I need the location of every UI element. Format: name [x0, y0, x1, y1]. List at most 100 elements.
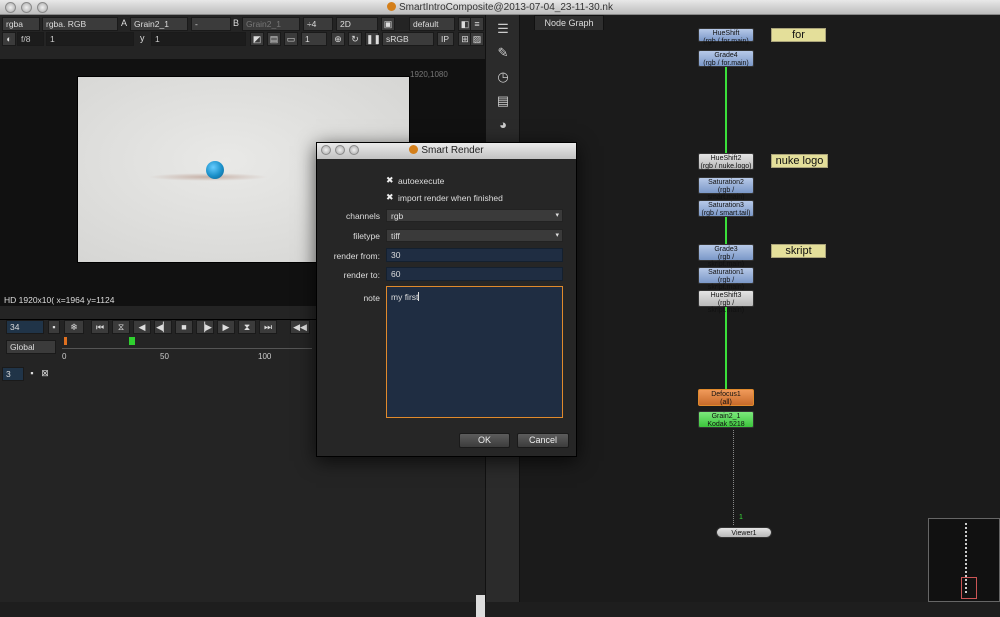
in-point-marker[interactable] — [64, 337, 67, 345]
channels-select[interactable]: rgb ▾ — [386, 209, 563, 222]
prev-keyframe-icon[interactable]: ⧖ — [112, 320, 130, 334]
time-icon[interactable]: ◷ — [494, 69, 512, 85]
next-keyframe-icon[interactable]: ⧗ — [238, 320, 256, 334]
lock-frame-icon[interactable]: ▪ — [48, 320, 60, 334]
zoom-window-button[interactable] — [37, 2, 48, 13]
range-mode-dropdown[interactable]: Global — [6, 340, 56, 354]
gamma-value-field[interactable]: 1 — [151, 32, 246, 46]
import-render-checkbox[interactable]: ✖ — [386, 192, 394, 203]
dialog-zoom-button[interactable] — [349, 145, 359, 155]
wire — [725, 217, 727, 245]
node-hueshift2[interactable]: HueShift2 (rgb / nuke.logo) — [698, 153, 754, 170]
playhead-marker[interactable] — [129, 337, 135, 345]
note-textarea[interactable]: my first — [386, 286, 563, 418]
close-window-button[interactable] — [5, 2, 16, 13]
node-label: HueShift2 — [710, 155, 742, 162]
cancel-button[interactable]: Cancel — [517, 433, 569, 448]
proxy-icon[interactable]: ▭ — [284, 32, 298, 46]
paint-icon[interactable]: ✎ — [494, 45, 512, 61]
settings-icon[interactable]: ≡ — [470, 17, 484, 31]
view-mode-dropdown[interactable]: 2D — [336, 17, 378, 31]
node-defocus1[interactable]: Defocus1 (all) — [698, 389, 754, 406]
step-field[interactable]: 3 — [2, 367, 24, 381]
dialog-title-bar[interactable]: Smart Render — [317, 143, 576, 159]
node-graph-minimap[interactable] — [928, 518, 1000, 602]
refresh-icon[interactable]: ↻ — [348, 32, 362, 46]
color-icon[interactable]: ◕ — [494, 117, 512, 133]
zebra-icon[interactable]: ▤ — [267, 32, 281, 46]
node-grade4[interactable]: Grade4 (rgb / for.main) — [698, 50, 754, 67]
sticky-note-nuke-logo[interactable]: nuke logo — [771, 154, 828, 168]
stripes-icon[interactable]: ▨ — [470, 32, 484, 46]
node-sublabel: (rgb / nuke.logo) — [700, 162, 752, 170]
channels-dropdown[interactable]: rgba — [2, 17, 40, 31]
node-hueshift[interactable]: HueShift (rgb / for.main) — [698, 28, 754, 45]
tab-node-graph[interactable]: Node Graph — [534, 15, 604, 30]
input-a-dropdown[interactable]: Grain2_1 — [130, 17, 188, 31]
node-viewer1[interactable]: Viewer1 — [716, 527, 772, 538]
roi-icon[interactable]: ▣ — [381, 17, 395, 31]
prev-frame-icon[interactable]: ◀ — [133, 320, 151, 334]
render-from-input[interactable]: 30 — [386, 248, 563, 262]
next-frame-icon[interactable]: ▶ — [217, 320, 235, 334]
skip-back-icon[interactable]: ◀◀ — [290, 320, 310, 334]
lut-dropdown[interactable]: default — [409, 17, 455, 31]
compare-op-dropdown[interactable]: - — [191, 17, 231, 31]
colorspace-dropdown[interactable]: sRGB — [382, 32, 434, 46]
clip-warning-icon[interactable]: ◩ — [250, 32, 264, 46]
fstop-field[interactable]: f/8 — [17, 32, 44, 46]
autoexecute-checkbox[interactable]: ✖ — [386, 175, 394, 186]
pause-icon[interactable]: ❚❚ — [365, 32, 381, 46]
render-region-icon[interactable]: ⊕ — [331, 32, 345, 46]
note-text: my first — [391, 292, 419, 302]
gamma-label: y — [140, 33, 145, 43]
node-grade3[interactable]: Grade3 (rgb / skript.main) — [698, 244, 754, 268]
zoom-dropdown[interactable]: ÷4 — [303, 17, 333, 31]
nuke-dialog-icon — [409, 145, 419, 154]
frame-field[interactable]: 34 — [6, 320, 44, 334]
gain-value-field[interactable]: 1 — [46, 32, 134, 46]
node-sublabel: (all) — [720, 398, 732, 406]
channels-label: channels — [345, 211, 380, 221]
dialog-close-button[interactable] — [321, 145, 331, 155]
timeline-ruler[interactable] — [62, 337, 312, 349]
node-grain2-1[interactable]: Grain2_1 Kodak 5218 — [698, 411, 754, 428]
viewer-scrollbar[interactable] — [476, 595, 485, 617]
filetype-select[interactable]: tiff ▾ — [386, 229, 563, 242]
smart-render-dialog: Smart Render ✖ autoexecute ✖ import rend… — [316, 142, 577, 457]
ok-button[interactable]: OK — [459, 433, 510, 448]
node-saturation1[interactable]: Saturation1 (rgb / skript.main) — [698, 267, 754, 291]
viewer-input-number: 1 — [739, 514, 743, 521]
channels-value: rgb — [391, 211, 404, 221]
input-b-dropdown[interactable]: Grain2_1 — [242, 17, 300, 31]
input-process-button[interactable]: IP — [437, 32, 454, 46]
layer-dropdown[interactable]: rgba. RGB — [42, 17, 118, 31]
first-frame-icon[interactable]: ⏮ — [91, 320, 109, 334]
gain-icon[interactable]: ◐ — [2, 32, 16, 46]
play-forward-icon[interactable]: ▕▶ — [196, 320, 214, 334]
proxy-scale-dropdown[interactable]: 1 — [301, 32, 327, 46]
stop-icon[interactable]: ■ — [175, 320, 193, 334]
dialog-minimize-button[interactable] — [335, 145, 345, 155]
node-label: HueShift — [712, 30, 740, 37]
node-hueshift3[interactable]: HueShift3 (rgb / skript.main) — [698, 290, 754, 314]
node-graph-panel[interactable] — [520, 15, 1000, 602]
play-backward-icon[interactable]: ◀▏ — [154, 320, 172, 334]
render-to-input[interactable]: 60 — [386, 267, 563, 281]
layers-icon[interactable]: ▤ — [494, 93, 512, 109]
node-saturation2[interactable]: Saturation2 (rgb / smart.main) — [698, 177, 754, 201]
minimap-viewport[interactable] — [961, 577, 977, 599]
snowflake-icon[interactable]: ❄ — [64, 320, 84, 334]
last-frame-icon[interactable]: ⏭ — [259, 320, 277, 334]
node-saturation3[interactable]: Saturation3 (rgb / smart.tail) — [698, 200, 754, 217]
node-label: Saturation2 — [708, 179, 744, 186]
viewer-info-text: HD 1920x10( x=1964 y=1124 — [4, 295, 115, 305]
minimize-window-button[interactable] — [21, 2, 32, 13]
keyframe-icon[interactable]: ⊠ — [38, 367, 52, 381]
node-list-icon[interactable]: ☰ — [494, 21, 512, 37]
sticky-note-for[interactable]: for — [771, 28, 826, 42]
render-from-label: render from: — [333, 251, 380, 261]
filetype-label: filetype — [353, 231, 380, 241]
cache-icon[interactable]: ▪ — [27, 367, 37, 381]
sticky-note-skript[interactable]: skript — [771, 244, 826, 258]
